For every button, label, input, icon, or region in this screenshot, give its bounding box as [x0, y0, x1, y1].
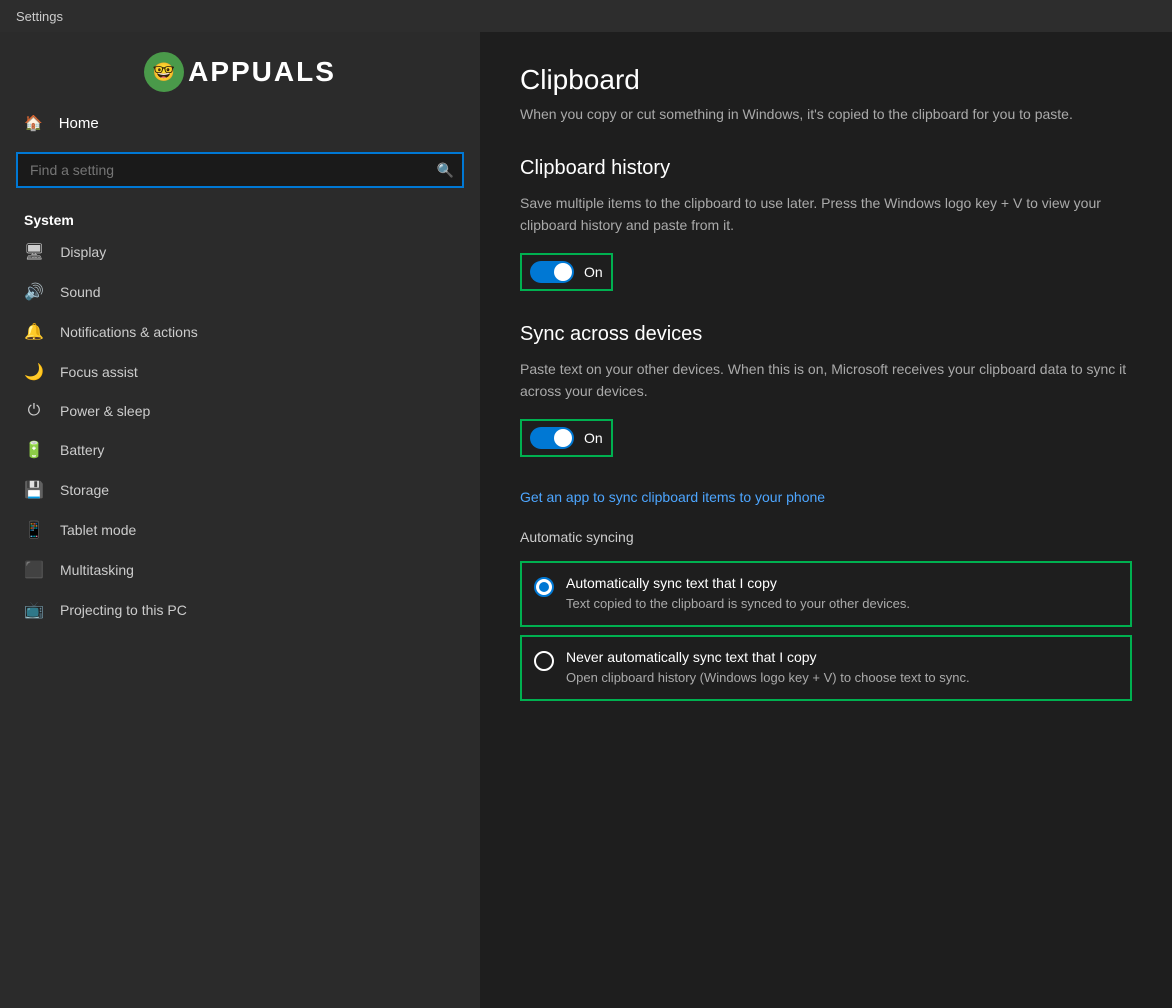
radio-option-auto-sync[interactable]: Automatically sync text that I copy Text…: [520, 561, 1132, 627]
clipboard-history-description: Save multiple items to the clipboard to …: [520, 192, 1132, 237]
logo-icon: 🤓: [144, 52, 184, 92]
radio-option-never-sync[interactable]: Never automatically sync text that I cop…: [520, 635, 1132, 701]
display-icon: 🖥: [24, 242, 44, 262]
notifications-icon: 🔔: [24, 322, 44, 342]
clipboard-history-title: Clipboard history: [520, 157, 1132, 180]
projecting-label: Projecting to this PC: [60, 602, 187, 618]
search-container: 🔍: [0, 144, 480, 204]
sidebar-item-storage[interactable]: 💾 Storage: [0, 470, 480, 510]
sidebar-item-sound[interactable]: 🔊 Sound: [0, 272, 480, 312]
automatic-syncing-title: Automatic syncing: [520, 529, 1132, 545]
sync-app-link[interactable]: Get an app to sync clipboard items to yo…: [520, 489, 1132, 505]
tablet-mode-label: Tablet mode: [60, 522, 136, 538]
search-icon: 🔍: [437, 162, 454, 179]
sync-devices-toggle-row: On: [520, 419, 1132, 457]
sidebar-item-projecting[interactable]: 📺 Projecting to this PC: [0, 590, 480, 630]
projecting-icon: 📺: [24, 600, 44, 620]
power-sleep-label: Power & sleep: [60, 403, 150, 419]
multitasking-icon: ⬛: [24, 560, 44, 580]
clipboard-history-toggle-label: On: [584, 264, 603, 280]
clipboard-history-toggle-container: On: [520, 253, 613, 291]
battery-icon: 🔋: [24, 440, 44, 460]
storage-label: Storage: [60, 482, 109, 498]
display-label: Display: [60, 244, 106, 260]
radio-never-sync-indicator: [534, 651, 554, 671]
radio-never-sync-desc: Open clipboard history (Windows logo key…: [566, 669, 970, 687]
sidebar-item-multitasking[interactable]: ⬛ Multitasking: [0, 550, 480, 590]
search-wrapper: 🔍: [16, 152, 464, 188]
sidebar-item-focus-assist[interactable]: 🌙 Focus assist: [0, 352, 480, 392]
home-label: Home: [59, 115, 99, 132]
sound-label: Sound: [60, 284, 100, 300]
radio-auto-sync-content: Automatically sync text that I copy Text…: [566, 575, 910, 613]
sync-devices-toggle[interactable]: [530, 427, 574, 449]
content-area: Clipboard When you copy or cut something…: [480, 32, 1172, 1008]
title-bar: Settings: [0, 0, 1172, 32]
multitasking-label: Multitasking: [60, 562, 134, 578]
sync-devices-toggle-container: On: [520, 419, 613, 457]
power-sleep-icon: ⏻: [24, 402, 44, 420]
radio-never-sync-label: Never automatically sync text that I cop…: [566, 649, 970, 665]
focus-assist-label: Focus assist: [60, 364, 138, 380]
page-title: Clipboard: [520, 64, 1132, 96]
sync-devices-toggle-label: On: [584, 430, 603, 446]
radio-auto-sync-label: Automatically sync text that I copy: [566, 575, 910, 591]
page-subtitle: When you copy or cut something in Window…: [520, 104, 1132, 125]
sidebar-item-tablet-mode[interactable]: 📱 Tablet mode: [0, 510, 480, 550]
system-label: System: [0, 204, 480, 232]
search-input[interactable]: [16, 152, 464, 188]
sidebar-item-notifications[interactable]: 🔔 Notifications & actions: [0, 312, 480, 352]
sound-icon: 🔊: [24, 282, 44, 302]
radio-group-sync: Automatically sync text that I copy Text…: [520, 561, 1132, 709]
sidebar-item-display[interactable]: 🖥 Display: [0, 232, 480, 272]
radio-auto-sync-desc: Text copied to the clipboard is synced t…: [566, 595, 910, 613]
radio-never-sync-content: Never automatically sync text that I cop…: [566, 649, 970, 687]
logo-text: APPUALS: [188, 56, 336, 88]
notifications-label: Notifications & actions: [60, 324, 198, 340]
clipboard-history-toggle-row: On: [520, 253, 1132, 291]
sync-devices-title: Sync across devices: [520, 323, 1132, 346]
sidebar-logo: 🤓 APPUALS: [0, 32, 480, 102]
tablet-mode-icon: 📱: [24, 520, 44, 540]
radio-auto-sync-indicator: [534, 577, 554, 597]
sidebar-item-home[interactable]: 🏠 Home: [0, 102, 480, 144]
sidebar-item-power-sleep[interactable]: ⏻ Power & sleep: [0, 392, 480, 430]
sync-devices-description: Paste text on your other devices. When t…: [520, 358, 1132, 403]
storage-icon: 💾: [24, 480, 44, 500]
focus-assist-icon: 🌙: [24, 362, 44, 382]
battery-label: Battery: [60, 442, 104, 458]
title-bar-label: Settings: [16, 9, 63, 24]
clipboard-history-toggle[interactable]: [530, 261, 574, 283]
sidebar: 🤓 APPUALS 🏠 Home 🔍 System 🖥 Display 🔊 So…: [0, 32, 480, 1008]
sidebar-item-battery[interactable]: 🔋 Battery: [0, 430, 480, 470]
home-icon: 🏠: [24, 114, 43, 132]
main-layout: 🤓 APPUALS 🏠 Home 🔍 System 🖥 Display 🔊 So…: [0, 32, 1172, 1008]
